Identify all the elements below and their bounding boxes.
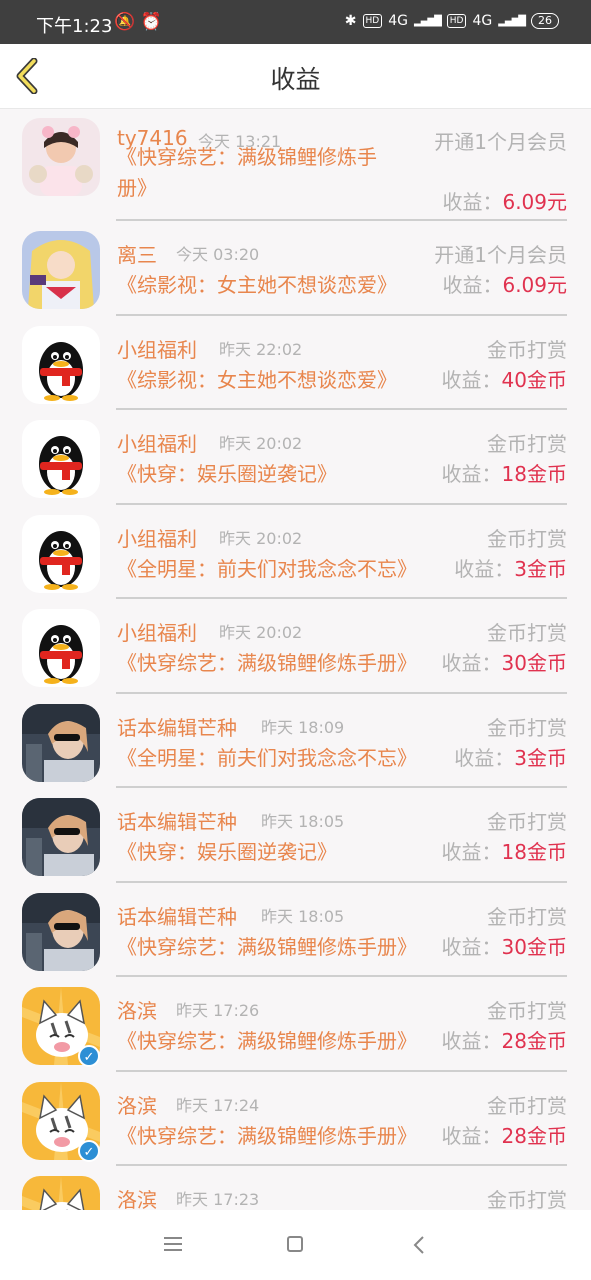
- sender-name: 小组福利: [117, 621, 197, 645]
- menu-icon[interactable]: [164, 1236, 182, 1252]
- book-title[interactable]: 《快穿综艺：满级锦鲤修炼手册》: [117, 931, 417, 960]
- earning-type: 金币打赏: [487, 904, 567, 929]
- earning-amount: 收益：30金币: [441, 651, 567, 675]
- earning-amount: 收益：28金币: [441, 1123, 567, 1148]
- timestamp: 昨天 18:05: [261, 812, 345, 831]
- earning-type: 金币打赏: [487, 621, 567, 645]
- earning-amount: 收益：40金币: [441, 367, 567, 392]
- sender-name: 离三: [117, 243, 157, 267]
- avatar: [22, 703, 100, 782]
- avatar: [22, 118, 100, 196]
- book-title[interactable]: 《快穿：娱乐圈逆袭记》: [117, 836, 337, 865]
- earning-row[interactable]: 话本编辑芒种 昨天 18:05 金币打赏 《快穿综艺：满级锦鲤修炼手册》 收益：…: [0, 883, 591, 977]
- earning-row[interactable]: 小组福利 昨天 22:02 金币打赏 《综影视：女主她不想谈恋爱》 收益：40金…: [0, 316, 591, 410]
- battery-icon: 26: [531, 13, 559, 29]
- earning-row[interactable]: ✓ 洛滨 昨天 17:24 金币打赏 《快穿综艺：满级锦鲤修炼手册》 收益：28…: [0, 1072, 591, 1166]
- sender-name: 洛滨: [117, 1188, 157, 1210]
- earning-type: 开通1个月会员: [434, 243, 567, 267]
- avatar: [22, 1176, 100, 1210]
- earning-row[interactable]: 小组福利 昨天 20:02 金币打赏 《快穿综艺：满级锦鲤修炼手册》 收益：30…: [0, 599, 591, 694]
- bluetooth-icon: ✱: [344, 13, 357, 29]
- avatar: [22, 798, 100, 876]
- timestamp: 昨天 22:02: [219, 339, 303, 359]
- earning-amount: 收益：28金币: [441, 1029, 567, 1053]
- network-type: 4G: [388, 13, 408, 29]
- signal-icon: ▂▄▆█: [498, 15, 526, 27]
- status-bar: 下午1:23 🔕 ⏰ ✱ HD 4G ▂▄▆█ HD 4G ▂▄▆█ 26: [0, 0, 591, 44]
- earning-type: 金币打赏: [487, 1188, 567, 1210]
- network-type: 4G: [472, 13, 493, 29]
- earning-type: 金币打赏: [487, 1093, 567, 1118]
- book-title[interactable]: 《快穿综艺：满级锦鲤修炼手册》: [117, 1025, 417, 1054]
- avatar: [22, 609, 100, 687]
- book-title[interactable]: 《综影视：女主她不想谈恋爱》: [117, 269, 397, 298]
- earning-amount: 收益：18金币: [441, 840, 567, 864]
- earning-type: 金币打赏: [487, 337, 567, 362]
- book-title[interactable]: 《综影视：女主她不想谈恋爱》: [117, 364, 397, 393]
- timestamp: 昨天 18:05: [261, 906, 345, 926]
- timestamp: 昨天 17:23: [176, 1190, 260, 1209]
- avatar: [22, 420, 100, 498]
- earning-row[interactable]: 小组福利 昨天 20:02 金币打赏 《全明星：前夫们对我念念不忘》 收益：3金…: [0, 505, 591, 599]
- timestamp: 昨天 17:26: [176, 1001, 260, 1020]
- earning-amount: 收益：6.09元: [442, 190, 567, 214]
- earning-type: 金币打赏: [487, 999, 567, 1023]
- timestamp: 昨天 20:02: [219, 528, 303, 548]
- sender-name: 话本编辑芒种: [117, 904, 237, 929]
- verified-icon: ✓: [78, 1045, 100, 1067]
- book-title[interactable]: 《快穿综艺：满级锦鲤修炼手册》: [117, 1120, 417, 1149]
- earning-type: 金币打赏: [487, 715, 567, 740]
- sender-name: 洛滨: [117, 999, 157, 1023]
- sender-name: 洛滨: [117, 1093, 157, 1118]
- earning-row[interactable]: 话本编辑芒种 昨天 18:05 金币打赏 《快穿：娱乐圈逆袭记》 收益：18金币: [0, 788, 591, 883]
- system-nav-bar: [0, 1210, 591, 1280]
- page-title: 收益: [270, 65, 321, 94]
- app-header: 收益: [0, 44, 591, 109]
- book-title[interactable]: 《快穿综艺：满级锦鲤修炼手册》: [117, 142, 397, 204]
- earning-row[interactable]: ty7416 今天 13:21 开通1个月会员 《快穿综艺：满级锦鲤修炼手册》 …: [0, 108, 591, 221]
- signal-icon: ▂▄▆█: [414, 15, 442, 27]
- earning-type: 金币打赏: [487, 432, 567, 456]
- timestamp: 昨天 18:09: [261, 717, 345, 737]
- book-title[interactable]: 《全明星：前夫们对我念念不忘》: [117, 742, 417, 771]
- verified-icon: ✓: [78, 1139, 100, 1162]
- timestamp: 昨天 20:02: [219, 623, 303, 642]
- sender-name: 话本编辑芒种: [117, 715, 237, 740]
- status-time: 下午1:23: [36, 16, 113, 37]
- earning-amount: 收益：18金币: [441, 462, 567, 486]
- hd-badge: HD: [362, 14, 383, 28]
- earning-amount: 收益：6.09元: [442, 273, 567, 297]
- timestamp: 今天 03:20: [176, 245, 260, 264]
- status-right: ✱ HD 4G ▂▄▆█ HD 4G ▂▄▆█ 26: [345, 13, 559, 29]
- earning-amount: 收益：30金币: [441, 934, 567, 959]
- hd-badge: HD: [446, 14, 467, 28]
- earning-row[interactable]: 话本编辑芒种 昨天 18:09 金币打赏 《全明星：前夫们对我念念不忘》 收益：…: [0, 694, 591, 788]
- home-icon[interactable]: [287, 1236, 303, 1252]
- book-title[interactable]: 《全明星：前夫们对我念念不忘》: [117, 553, 417, 582]
- back-icon[interactable]: [412, 1235, 426, 1255]
- avatar: [22, 231, 100, 309]
- earning-row[interactable]: ✓ 洛滨 昨天 17:26 金币打赏 《快穿综艺：满级锦鲤修炼手册》 收益：28…: [0, 977, 591, 1072]
- earning-amount: 收益：3金币: [454, 556, 567, 581]
- timestamp: 昨天 17:24: [176, 1095, 260, 1115]
- avatar: [22, 892, 100, 971]
- earning-type: 开通1个月会员: [434, 130, 567, 154]
- avatar: [22, 514, 100, 593]
- book-title[interactable]: 《快穿综艺：满级锦鲤修炼手册》: [117, 647, 417, 676]
- notification-icons: 🔕 ⏰: [114, 12, 162, 32]
- timestamp: 昨天 20:02: [219, 434, 303, 453]
- sender-name: 小组福利: [117, 432, 197, 456]
- earning-row[interactable]: 小组福利 昨天 20:02 金币打赏 《快穿：娱乐圈逆袭记》 收益：18金币: [0, 410, 591, 505]
- earning-amount: 收益：3金币: [454, 745, 567, 770]
- earning-row[interactable]: 洛滨 昨天 17:23 金币打赏: [0, 1166, 591, 1210]
- earning-row[interactable]: 离三 今天 03:20 开通1个月会员 《综影视：女主她不想谈恋爱》 收益：6.…: [0, 221, 591, 316]
- avatar: [22, 325, 100, 404]
- earning-type: 金币打赏: [487, 810, 567, 834]
- earnings-list[interactable]: ty7416 今天 13:21 开通1个月会员 《快穿综艺：满级锦鲤修炼手册》 …: [0, 108, 591, 1210]
- book-title[interactable]: 《快穿：娱乐圈逆袭记》: [117, 458, 337, 487]
- sender-name: 话本编辑芒种: [117, 810, 237, 834]
- sender-name: 小组福利: [117, 337, 197, 362]
- sender-name: 小组福利: [117, 526, 197, 551]
- earning-type: 金币打赏: [487, 526, 567, 551]
